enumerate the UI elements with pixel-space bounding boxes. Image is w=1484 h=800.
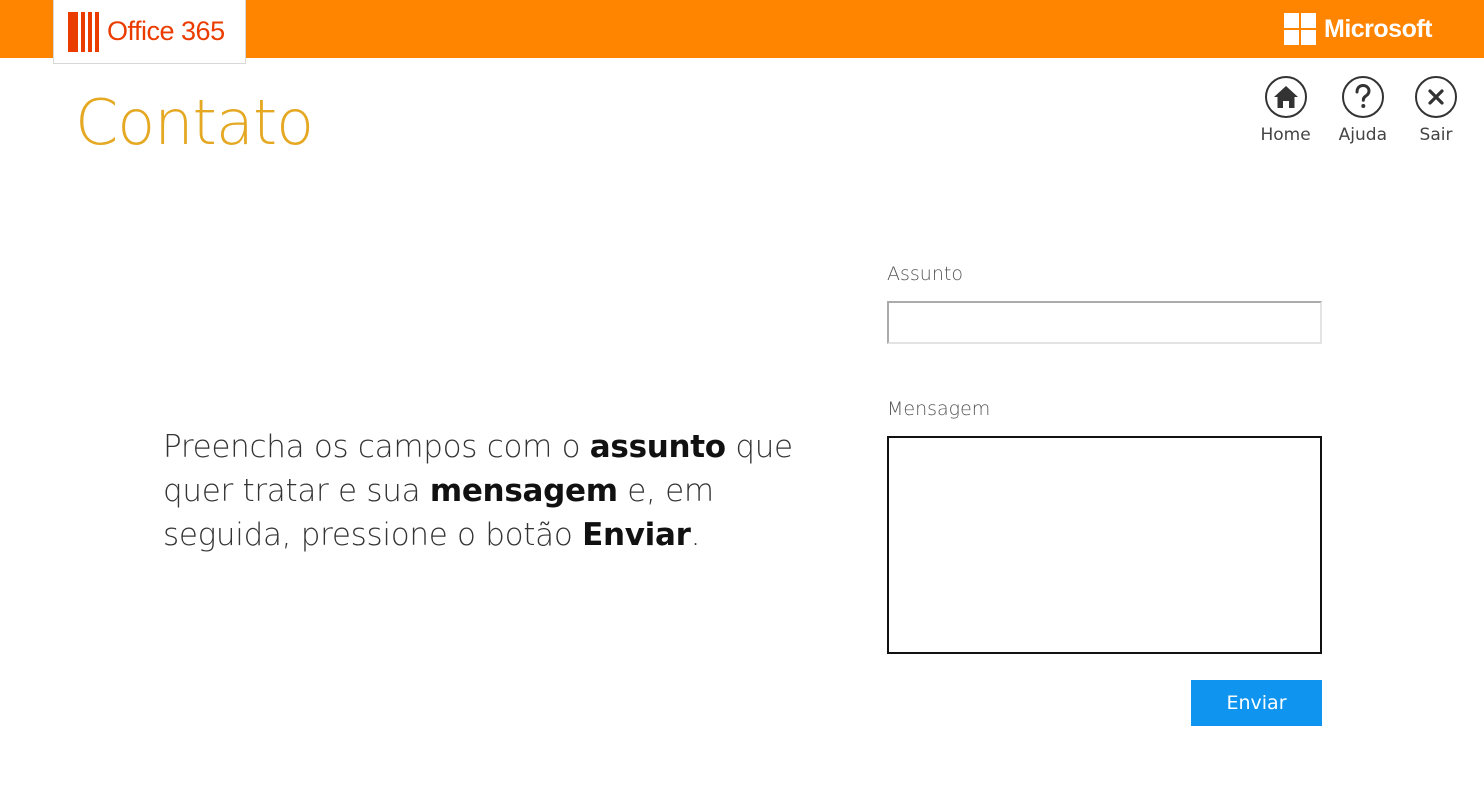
send-button[interactable]: Enviar (1191, 680, 1322, 726)
top-bar: Office 365 Microsoft (0, 0, 1484, 64)
brand-name: Microsoft (1324, 14, 1433, 43)
subject-label: Assunto (887, 263, 963, 285)
product-name: Office 365 (107, 16, 225, 46)
office-icon (68, 11, 99, 52)
home-icon[interactable] (1264, 76, 1307, 118)
close-icon[interactable] (1415, 76, 1457, 118)
nav-help[interactable]: Ajuda (1339, 76, 1387, 145)
nav-exit-label: Sair (1419, 125, 1453, 145)
keyword-enviar: Enviar (582, 517, 691, 553)
keyword-mensagem: mensagem (429, 473, 618, 509)
help-icon[interactable] (1341, 76, 1384, 118)
microsoft-logo: Microsoft (1284, 13, 1433, 45)
nav-exit[interactable]: Sair (1415, 76, 1457, 145)
message-label: Mensagem (887, 398, 991, 420)
office365-logo[interactable]: Office 365 (53, 0, 246, 64)
nav-help-label: Ajuda (1338, 125, 1387, 145)
keyword-assunto: assunto (589, 429, 726, 465)
subject-input[interactable] (887, 301, 1322, 344)
top-nav: Home Ajuda Sair (1260, 76, 1457, 145)
nav-home[interactable]: Home (1260, 76, 1311, 145)
nav-home-label: Home (1260, 125, 1311, 145)
page-title: Contato (75, 86, 314, 159)
windows-icon (1284, 13, 1316, 45)
message-textarea[interactable] (887, 436, 1322, 654)
instructions-text: Preencha os campos com o assunto que que… (163, 429, 793, 553)
